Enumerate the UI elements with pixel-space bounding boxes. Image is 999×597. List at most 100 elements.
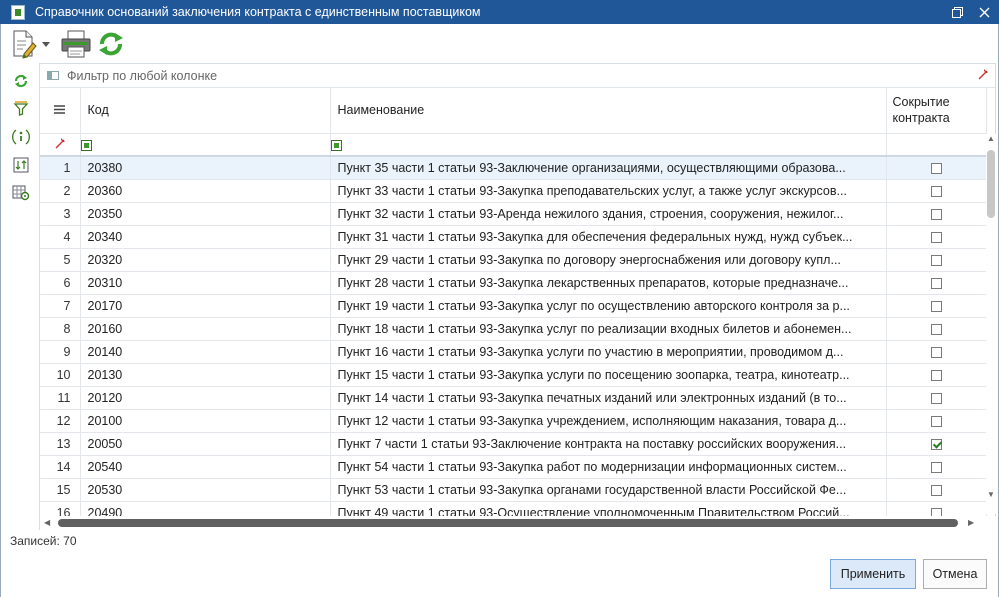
code-cell[interactable]: 20340 <box>80 225 331 249</box>
code-filter-icon[interactable] <box>80 139 92 151</box>
table-row[interactable]: 7 20170 Пункт 19 части 1 статьи 93-Закупка… <box>40 294 987 318</box>
hide-contract-checkbox[interactable] <box>930 392 942 404</box>
close-icon[interactable] <box>970 0 998 24</box>
hide-contract-checkbox[interactable] <box>930 185 942 197</box>
hide-contract-checkbox[interactable] <box>930 300 942 312</box>
name-cell[interactable]: Пункт 15 части 1 статьи 93-Закупка услуг… <box>330 363 887 387</box>
row-number[interactable]: 7 <box>40 294 81 318</box>
row-number[interactable]: 14 <box>40 455 81 479</box>
scroll-left-icon[interactable]: ◀ <box>44 518 50 527</box>
name-cell[interactable]: Пункт 31 части 1 статьи 93-Закупка для о… <box>330 225 887 249</box>
code-cell[interactable]: 20100 <box>80 409 331 433</box>
name-cell[interactable]: Пункт 35 части 1 статьи 93-Заключение ор… <box>330 156 887 180</box>
table-row[interactable]: 3 20350 Пункт 32 части 1 статьи 93-Аренда … <box>40 202 987 226</box>
code-cell[interactable]: 20530 <box>80 478 331 502</box>
row-number[interactable]: 15 <box>40 478 81 502</box>
clear-column-filters-icon[interactable] <box>40 133 81 157</box>
horizontal-scrollbar[interactable]: ◀ ▶ <box>40 516 996 530</box>
name-cell[interactable]: Пункт 19 части 1 статьи 93-Закупка услуг… <box>330 294 887 318</box>
name-filter-icon[interactable] <box>330 139 342 151</box>
row-number[interactable]: 8 <box>40 317 81 341</box>
row-number[interactable]: 10 <box>40 363 81 387</box>
hide-contract-checkbox[interactable] <box>930 438 942 450</box>
hide-contract-cell[interactable] <box>886 202 987 226</box>
row-number[interactable]: 2 <box>40 179 81 203</box>
row-number[interactable]: 1 <box>40 156 81 180</box>
table-row[interactable]: 1 20380 Пункт 35 части 1 статьи 93-Заключе… <box>40 156 987 180</box>
table-row[interactable]: 11 20120 Пункт 14 части 1 статьи 93-Закупк… <box>40 386 987 410</box>
row-number[interactable]: 4 <box>40 225 81 249</box>
code-cell[interactable]: 20130 <box>80 363 331 387</box>
hide-contract-cell[interactable] <box>886 409 987 433</box>
code-cell[interactable]: 20140 <box>80 340 331 364</box>
vertical-scrollbar[interactable]: ▲ ▼ <box>986 134 996 514</box>
hide-filter-cell[interactable] <box>886 133 987 157</box>
row-number[interactable]: 3 <box>40 202 81 226</box>
table-row[interactable]: 8 20160 Пункт 18 части 1 статьи 93-Закупка… <box>40 317 987 341</box>
name-cell[interactable]: Пункт 14 части 1 статьи 93-Закупка печат… <box>330 386 887 410</box>
refresh-icon[interactable] <box>95 28 127 60</box>
edit-document-icon[interactable] <box>9 28 39 60</box>
name-cell[interactable]: Пункт 28 части 1 статьи 93-Закупка лекар… <box>330 271 887 295</box>
restore-icon[interactable] <box>943 0 971 24</box>
column-header-hide-contract[interactable]: Сокрытие контракта <box>886 88 987 134</box>
row-number[interactable]: 12 <box>40 409 81 433</box>
code-cell[interactable]: 20540 <box>80 455 331 479</box>
scroll-down-icon[interactable]: ▼ <box>986 490 996 500</box>
name-cell[interactable]: Пункт 32 части 1 статьи 93-Аренда нежило… <box>330 202 887 226</box>
name-cell[interactable]: Пункт 29 части 1 статьи 93-Закупка по до… <box>330 248 887 272</box>
table-row[interactable]: 13 20050 Пункт 7 части 1 статьи 93-Заключе… <box>40 432 987 456</box>
hide-contract-cell[interactable] <box>886 294 987 318</box>
name-cell[interactable]: Пункт 54 части 1 статьи 93-Закупка работ… <box>330 455 887 479</box>
dropdown-arrow-icon[interactable] <box>39 28 53 60</box>
hide-contract-cell[interactable] <box>886 271 987 295</box>
cancel-button[interactable]: Отмена <box>923 559 987 589</box>
hide-contract-checkbox[interactable] <box>930 231 942 243</box>
code-cell[interactable]: 20360 <box>80 179 331 203</box>
table-row[interactable]: 4 20340 Пункт 31 части 1 статьи 93-Закупка… <box>40 225 987 249</box>
table-row[interactable]: 5 20320 Пункт 29 части 1 статьи 93-Закупка… <box>40 248 987 272</box>
name-cell[interactable]: Пункт 33 части 1 статьи 93-Закупка препо… <box>330 179 887 203</box>
table-row[interactable]: 15 20530 Пункт 53 части 1 статьи 93-Закупк… <box>40 478 987 502</box>
table-row[interactable]: 2 20360 Пункт 33 части 1 статьи 93-Закупка… <box>40 179 987 203</box>
column-header-name[interactable]: Наименование <box>330 88 887 134</box>
panel-toggle-icon[interactable] <box>47 71 59 80</box>
table-settings-icon[interactable] <box>9 181 33 205</box>
row-number[interactable]: 13 <box>40 432 81 456</box>
hide-contract-checkbox[interactable] <box>930 484 942 496</box>
hide-contract-checkbox[interactable] <box>930 369 942 381</box>
row-number[interactable]: 11 <box>40 386 81 410</box>
scroll-right-icon[interactable]: ▶ <box>968 518 974 527</box>
vertical-scroll-thumb[interactable] <box>987 150 995 218</box>
hide-contract-cell[interactable] <box>886 432 987 456</box>
code-cell[interactable]: 20320 <box>80 248 331 272</box>
scroll-up-icon[interactable]: ▲ <box>986 134 996 144</box>
name-cell[interactable]: Пункт 7 части 1 статьи 93-Заключение кон… <box>330 432 887 456</box>
hide-contract-checkbox[interactable] <box>930 415 942 427</box>
hide-contract-checkbox[interactable] <box>930 162 942 174</box>
hide-contract-checkbox[interactable] <box>930 277 942 289</box>
name-cell[interactable]: Пункт 12 части 1 статьи 93-Закупка учреж… <box>330 409 887 433</box>
name-filter-cell[interactable] <box>330 133 887 157</box>
table-row[interactable]: 9 20140 Пункт 16 части 1 статьи 93-Закупка… <box>40 340 987 364</box>
column-menu-icon[interactable] <box>40 88 81 134</box>
apply-button[interactable]: Применить <box>830 559 916 589</box>
hide-contract-cell[interactable] <box>886 363 987 387</box>
hide-contract-cell[interactable] <box>886 248 987 272</box>
info-icon[interactable] <box>9 125 33 149</box>
table-row[interactable]: 10 20130 Пункт 15 части 1 статьи 93-Закупк… <box>40 363 987 387</box>
filter-input[interactable]: Фильтр по любой колонке <box>67 69 977 83</box>
code-cell[interactable]: 20160 <box>80 317 331 341</box>
name-cell[interactable]: Пункт 16 части 1 статьи 93-Закупка услуг… <box>330 340 887 364</box>
hide-contract-cell[interactable] <box>886 317 987 341</box>
table-row[interactable]: 12 20100 Пункт 12 части 1 статьи 93-Закупк… <box>40 409 987 433</box>
code-cell[interactable]: 20050 <box>80 432 331 456</box>
hide-contract-cell[interactable] <box>886 455 987 479</box>
hide-contract-cell[interactable] <box>886 179 987 203</box>
name-cell[interactable]: Пункт 53 части 1 статьи 93-Закупка орган… <box>330 478 887 502</box>
table-row[interactable]: 14 20540 Пункт 54 части 1 статьи 93-Закупк… <box>40 455 987 479</box>
sort-icon[interactable] <box>9 153 33 177</box>
hide-contract-checkbox[interactable] <box>930 323 942 335</box>
code-cell[interactable]: 20380 <box>80 156 331 180</box>
hide-contract-checkbox[interactable] <box>930 346 942 358</box>
